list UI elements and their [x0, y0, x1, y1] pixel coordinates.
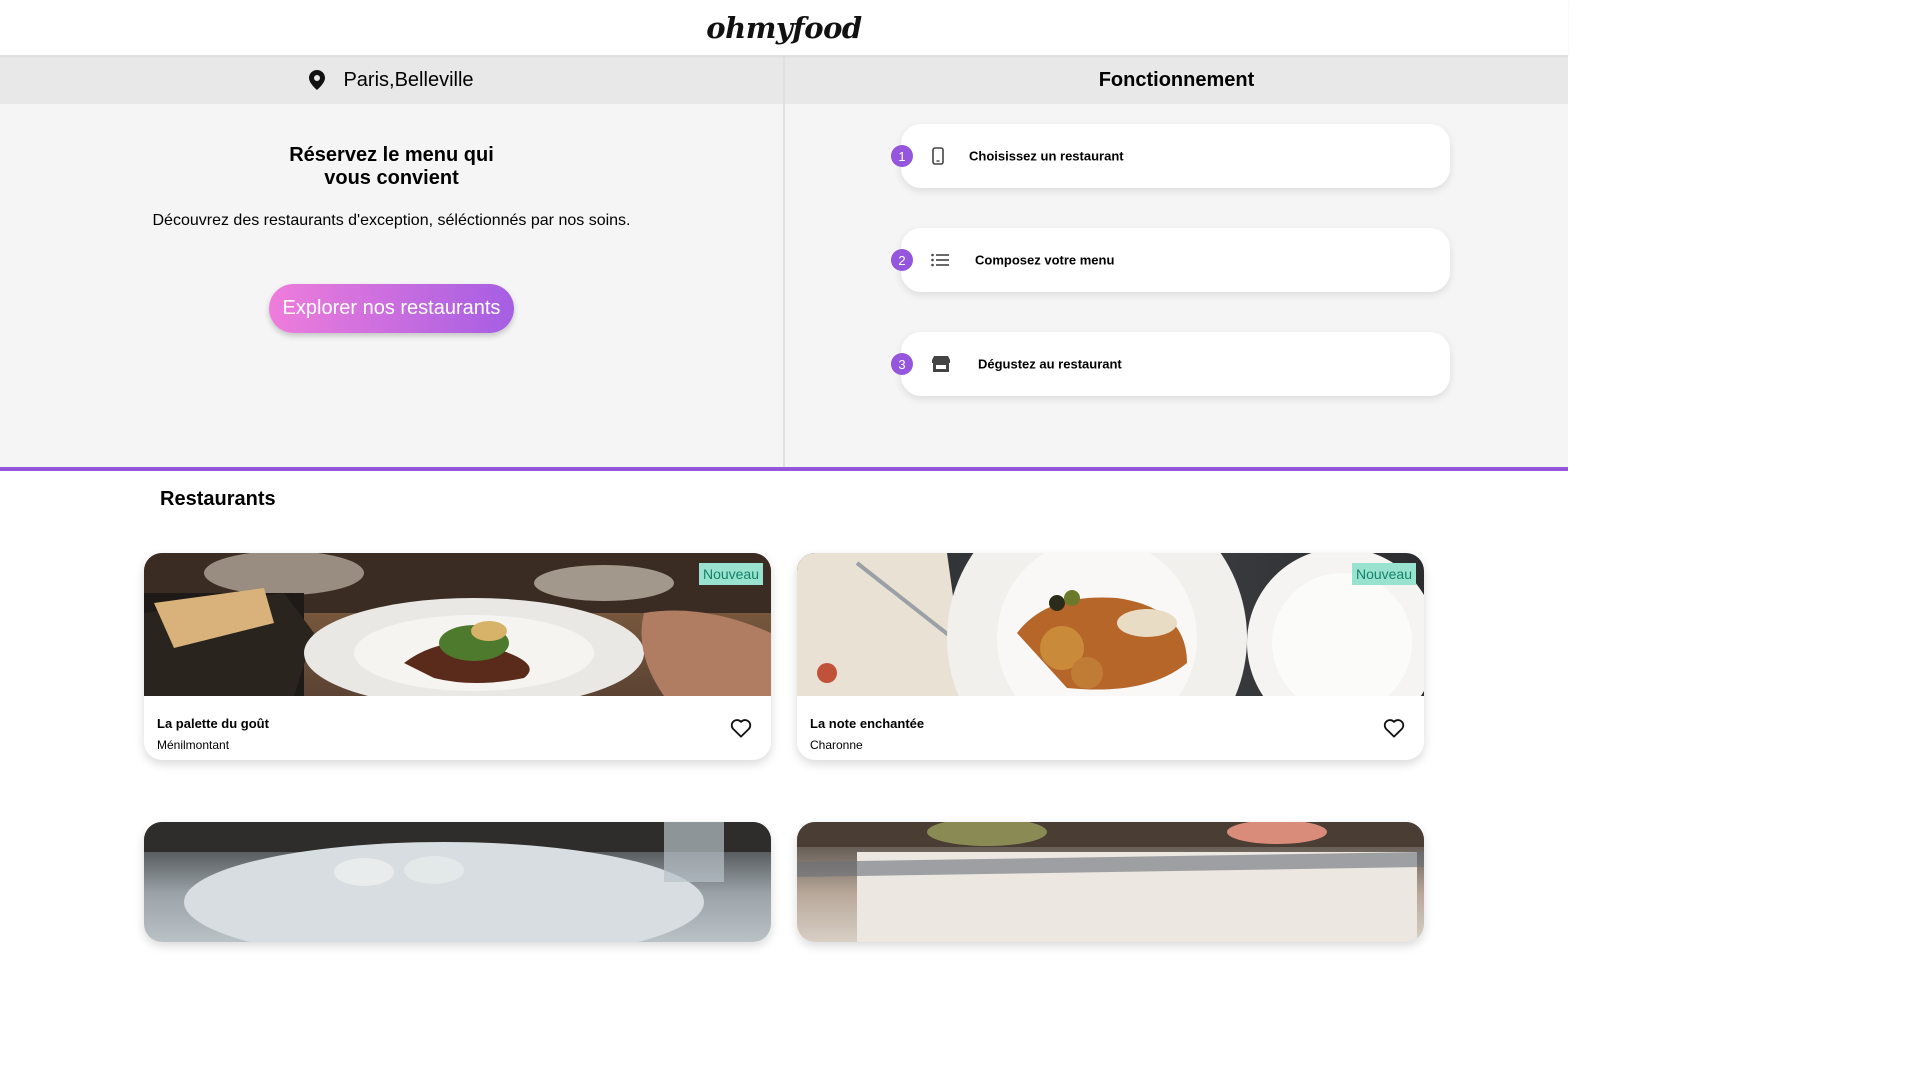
location-pin-icon [309, 70, 326, 90]
top-section: Paris,Belleville Réservez le menu qui vo… [0, 56, 1568, 471]
site-header: ohmyfood [0, 0, 1568, 56]
logo[interactable]: ohmyfood [706, 11, 862, 45]
dish-photo [144, 553, 771, 696]
how-it-works-column: Fonctionnement 1 Choisissez un restauran… [785, 56, 1568, 467]
phone-icon [931, 147, 945, 165]
how-it-works-title: Fonctionnement [1098, 68, 1255, 91]
restaurant-card-3[interactable] [144, 822, 771, 942]
restaurant-name: La note enchantée [810, 716, 925, 731]
dish-photo [797, 553, 1424, 696]
step-label: Composez votre menu [975, 252, 1115, 268]
restaurant-location: Charonne [810, 738, 863, 752]
hero-column: Paris,Belleville Réservez le menu qui vo… [0, 56, 785, 467]
step-card-2: 2 Composez votre menu [891, 228, 1450, 292]
dish-photo [797, 822, 1424, 942]
restaurant-location: Ménilmontant [157, 738, 230, 752]
hero: Réservez le menu qui vous convient Décou… [0, 104, 783, 333]
location-text: Paris,Belleville [343, 68, 474, 91]
new-badge: Nouveau [698, 563, 763, 585]
restaurant-card-note[interactable]: Nouveau La note enchantée Charonne [797, 553, 1424, 760]
card-body: La note enchantée Charonne [797, 696, 1424, 760]
step-label: Dégustez au restaurant [978, 356, 1122, 372]
store-icon [931, 355, 951, 373]
restaurant-image[interactable]: Nouveau [144, 553, 771, 696]
explore-restaurants-button[interactable]: Explorer nos restaurants [268, 284, 515, 333]
restaurant-card-4[interactable] [797, 822, 1424, 942]
step-card-3: 3 Dégustez au restaurant [891, 332, 1450, 396]
step-number: 3 [891, 353, 913, 375]
restaurant-name: La palette du goût [157, 716, 269, 731]
restaurant-image[interactable] [144, 822, 771, 942]
step-label: Choisissez un restaurant [969, 148, 1124, 164]
restaurant-image[interactable]: Nouveau [797, 553, 1424, 696]
heart-icon[interactable] [730, 718, 752, 738]
restaurants-title: Restaurants [160, 488, 276, 510]
hero-title: Réservez le menu qui vous convient [289, 144, 494, 189]
step-card-1: 1 Choisissez un restaurant [891, 124, 1450, 188]
step-number: 1 [891, 145, 913, 167]
heart-icon[interactable] [1383, 718, 1405, 738]
step-number: 2 [891, 249, 913, 271]
hero-subtitle: Découvrez des restaurants d'exception, s… [152, 212, 631, 229]
restaurant-image[interactable] [797, 822, 1424, 942]
new-badge: Nouveau [1351, 563, 1416, 585]
location-bar[interactable]: Paris,Belleville [0, 56, 783, 104]
restaurant-card-palette[interactable]: Nouveau La palette du goût Ménilmontant [144, 553, 771, 760]
card-body: La palette du goût Ménilmontant [144, 696, 771, 760]
how-it-works-bar: Fonctionnement [785, 56, 1568, 104]
list-icon [931, 253, 949, 267]
dish-photo [144, 822, 771, 942]
